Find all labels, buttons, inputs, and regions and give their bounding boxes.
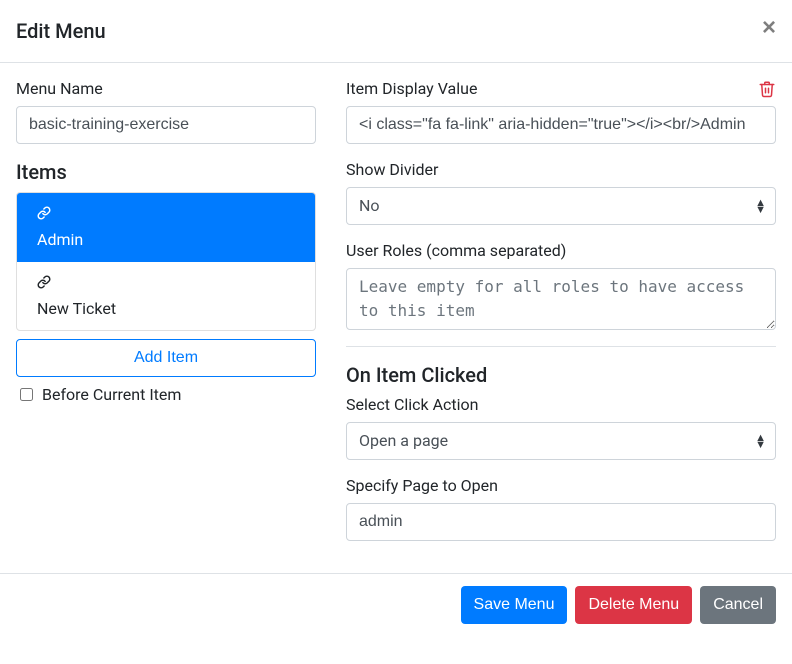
show-divider-select[interactable]: No (346, 187, 776, 225)
items-list: Admin New Ticket (16, 192, 316, 331)
list-item[interactable]: New Ticket (17, 262, 315, 330)
click-action-label: Select Click Action (346, 395, 478, 414)
link-icon (37, 205, 51, 224)
close-icon: × (762, 14, 776, 41)
trash-icon (758, 79, 776, 99)
before-current-label: Before Current Item (42, 385, 181, 404)
link-icon (37, 274, 51, 293)
menu-name-label: Menu Name (16, 79, 103, 98)
divider (346, 346, 776, 347)
add-item-button[interactable]: Add Item (16, 339, 316, 377)
menu-name-input[interactable] (16, 106, 316, 144)
list-item-label: Admin (37, 230, 83, 249)
specify-page-input[interactable] (346, 503, 776, 541)
list-item-label: New Ticket (37, 299, 116, 318)
specify-page-label: Specify Page to Open (346, 476, 498, 495)
close-button[interactable]: × (762, 16, 776, 40)
save-menu-button[interactable]: Save Menu (461, 586, 568, 624)
list-item[interactable]: Admin (17, 193, 315, 262)
on-click-heading: On Item Clicked (346, 363, 776, 387)
cancel-button[interactable]: Cancel (700, 586, 776, 624)
delete-menu-button[interactable]: Delete Menu (575, 586, 692, 624)
display-value-input[interactable] (346, 106, 776, 144)
click-action-select[interactable]: Open a page (346, 422, 776, 460)
modal-title: Edit Menu (16, 16, 106, 46)
delete-item-button[interactable] (758, 79, 776, 103)
items-heading: Items (16, 160, 316, 184)
display-value-label: Item Display Value (346, 79, 477, 98)
user-roles-label: User Roles (comma separated) (346, 241, 566, 260)
show-divider-label: Show Divider (346, 160, 438, 179)
before-current-checkbox[interactable] (20, 388, 33, 401)
user-roles-textarea[interactable] (346, 268, 776, 330)
